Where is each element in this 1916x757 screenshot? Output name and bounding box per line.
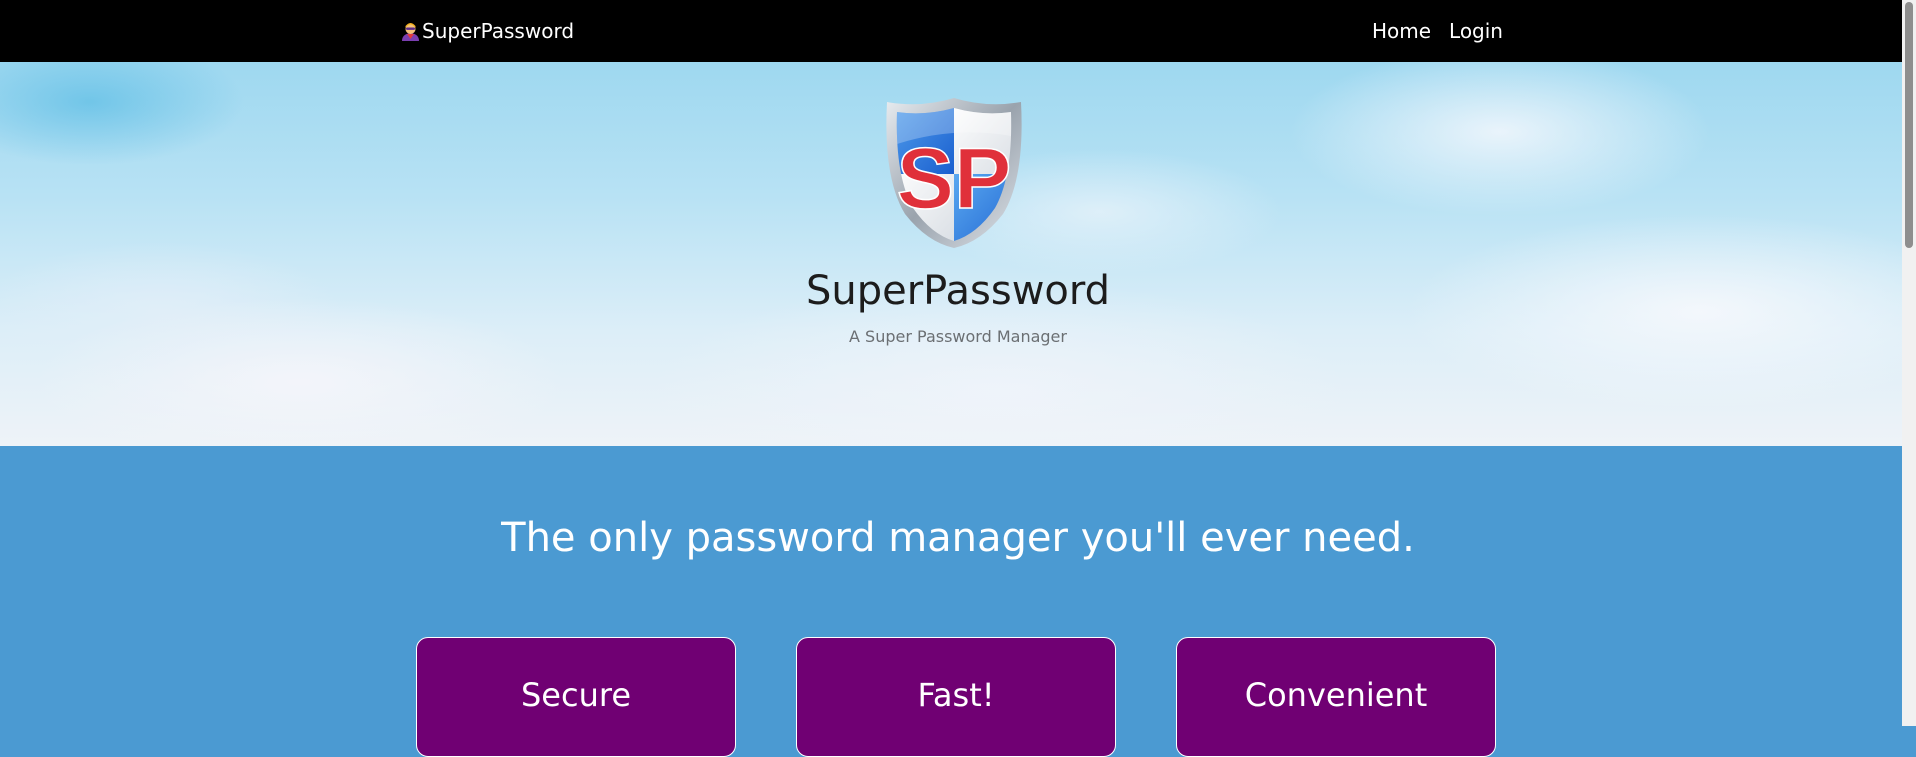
- brand-link[interactable]: SuperPassword: [400, 0, 574, 62]
- feature-card-fast[interactable]: Fast!: [796, 637, 1116, 757]
- feature-card-label: Secure: [520, 676, 631, 714]
- page-scrollbar[interactable]: [1902, 0, 1916, 726]
- feature-card-label: Convenient: [1244, 676, 1428, 714]
- hero-title: SuperPassword: [805, 268, 1111, 314]
- feature-card-label: Fast!: [917, 676, 995, 714]
- scrollbar-thumb[interactable]: [1905, 2, 1913, 248]
- feature-card-convenient[interactable]: Convenient: [1176, 637, 1496, 757]
- feature-card-secure[interactable]: Secure: [416, 637, 736, 757]
- features-section: The only password manager you'll ever ne…: [0, 446, 1916, 757]
- superhero-emoji-icon: [400, 20, 421, 42]
- sp-shield-logo: SP: [883, 96, 1025, 248]
- nav-links: Home Login: [1372, 0, 1503, 62]
- tagline: The only password manager you'll ever ne…: [501, 515, 1415, 561]
- nav-link-home[interactable]: Home: [1372, 19, 1431, 43]
- nav-link-login[interactable]: Login: [1449, 19, 1503, 43]
- hero-subtitle: A Super Password Manager: [849, 327, 1067, 346]
- navbar: SuperPassword Home Login: [0, 0, 1916, 62]
- brand-label: SuperPassword: [422, 19, 575, 43]
- svg-text:SP: SP: [897, 131, 1012, 227]
- hero-banner: SP SuperPassword A Super Password Manage…: [0, 62, 1916, 446]
